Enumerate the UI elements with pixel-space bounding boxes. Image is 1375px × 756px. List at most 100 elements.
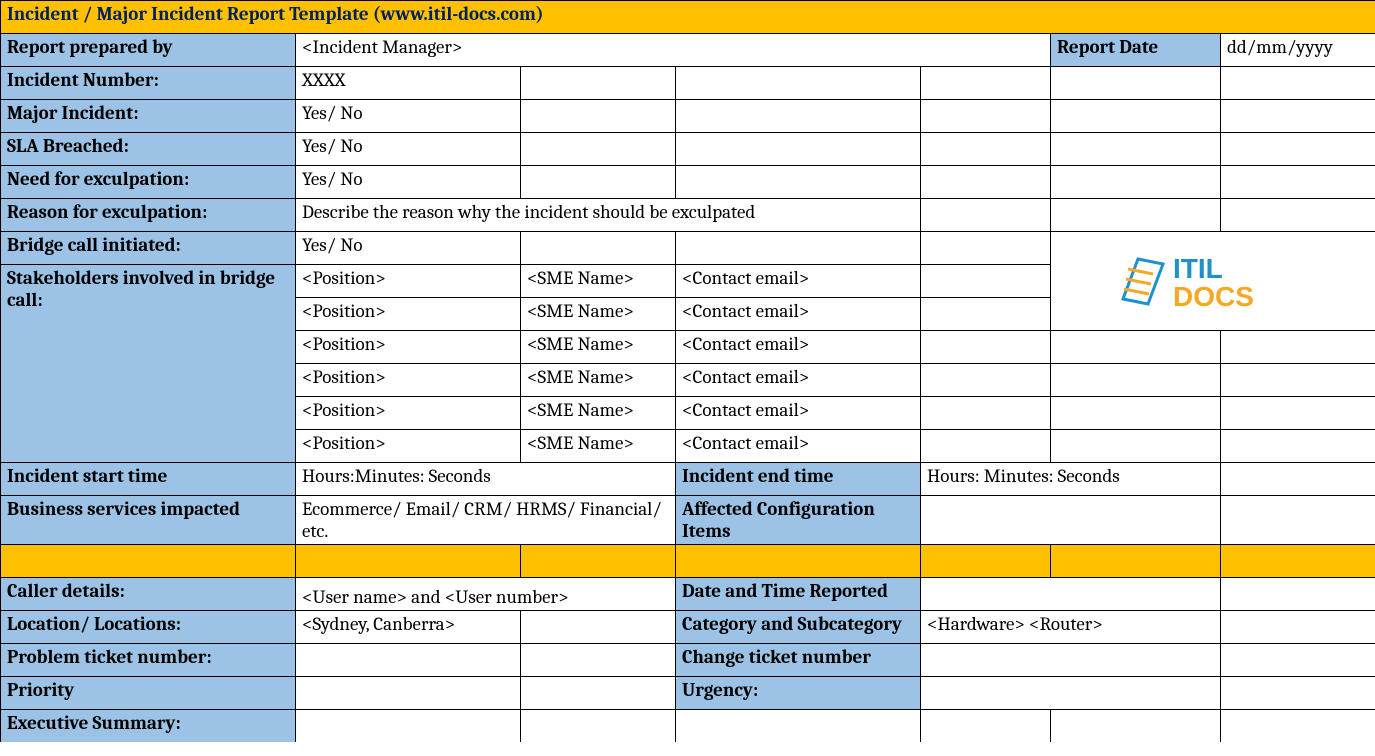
value-sla-breached[interactable]: Yes/ No	[296, 133, 521, 166]
value-incident-end[interactable]: Hours: Minutes: Seconds	[921, 463, 1221, 496]
stakeholder-email[interactable]: <Contact email>	[676, 430, 921, 463]
stakeholder-sme[interactable]: <SME Name>	[521, 364, 676, 397]
stakeholder-email[interactable]: <Contact email>	[676, 397, 921, 430]
empty-cell[interactable]	[1051, 397, 1221, 430]
value-reason-exculpation[interactable]: Describe the reason why the incident sho…	[296, 199, 921, 232]
empty-cell[interactable]	[521, 644, 676, 677]
empty-cell[interactable]	[521, 133, 676, 166]
value-date-time-reported[interactable]	[921, 578, 1221, 611]
empty-cell[interactable]	[1221, 644, 1375, 677]
empty-cell[interactable]	[921, 133, 1051, 166]
empty-cell[interactable]	[1221, 463, 1375, 496]
empty-cell[interactable]	[1221, 611, 1375, 644]
empty-cell[interactable]	[1221, 199, 1375, 232]
empty-cell[interactable]	[676, 100, 921, 133]
label-biz-services: Business services impacted	[1, 496, 296, 545]
value-biz-services[interactable]: Ecommerce/ Email/ CRM/ HRMS/ Financial/ …	[296, 496, 676, 545]
stakeholder-position[interactable]: <Position>	[296, 331, 521, 364]
value-priority[interactable]	[296, 677, 521, 710]
empty-cell[interactable]	[1221, 166, 1375, 199]
empty-cell[interactable]	[1051, 100, 1221, 133]
empty-cell[interactable]	[1221, 710, 1375, 743]
label-priority: Priority	[1, 677, 296, 710]
empty-cell[interactable]	[1221, 397, 1375, 430]
empty-cell[interactable]	[676, 67, 921, 100]
empty-cell[interactable]	[521, 67, 676, 100]
empty-cell[interactable]	[921, 100, 1051, 133]
empty-cell[interactable]	[1221, 430, 1375, 463]
empty-cell[interactable]	[1221, 331, 1375, 364]
empty-cell[interactable]	[921, 397, 1051, 430]
stakeholder-email[interactable]: <Contact email>	[676, 298, 921, 331]
empty-cell[interactable]	[1051, 331, 1221, 364]
value-prepared-by[interactable]: <Incident Manager>	[296, 34, 1051, 67]
empty-cell[interactable]	[921, 430, 1051, 463]
stakeholder-email[interactable]: <Contact email>	[676, 265, 921, 298]
empty-cell[interactable]	[1221, 364, 1375, 397]
stakeholder-sme[interactable]: <SME Name>	[521, 265, 676, 298]
empty-cell[interactable]	[521, 677, 676, 710]
empty-cell[interactable]	[1221, 100, 1375, 133]
empty-cell[interactable]	[1221, 677, 1375, 710]
stakeholder-sme[interactable]: <SME Name>	[521, 430, 676, 463]
empty-cell[interactable]	[921, 710, 1051, 743]
empty-cell[interactable]	[676, 710, 921, 743]
empty-cell[interactable]	[1221, 496, 1375, 545]
empty-cell[interactable]	[1221, 578, 1375, 611]
value-major-incident[interactable]: Yes/ No	[296, 100, 521, 133]
value-incident-number[interactable]: XXXX	[296, 67, 521, 100]
empty-cell[interactable]	[676, 133, 921, 166]
separator	[296, 545, 521, 578]
empty-cell[interactable]	[521, 166, 676, 199]
label-caller-details: Caller details:	[1, 578, 296, 611]
empty-cell[interactable]	[521, 710, 676, 743]
empty-cell[interactable]	[921, 298, 1051, 331]
empty-cell[interactable]	[1051, 199, 1221, 232]
value-report-date[interactable]: dd/mm/yyyy	[1221, 34, 1375, 67]
stakeholder-position[interactable]: <Position>	[296, 364, 521, 397]
empty-cell[interactable]	[921, 67, 1051, 100]
empty-cell[interactable]	[521, 232, 676, 265]
empty-cell[interactable]	[1051, 133, 1221, 166]
label-change-ticket: Change ticket number	[676, 644, 921, 677]
empty-cell[interactable]	[921, 166, 1051, 199]
empty-cell[interactable]	[921, 364, 1051, 397]
empty-cell[interactable]	[1051, 710, 1221, 743]
empty-cell[interactable]	[1051, 166, 1221, 199]
label-incident-number: Incident Number:	[1, 67, 296, 100]
empty-cell[interactable]	[521, 611, 676, 644]
empty-cell[interactable]	[1221, 133, 1375, 166]
value-category-subcat[interactable]: <Hardware> <Router>	[921, 611, 1221, 644]
empty-cell[interactable]	[676, 166, 921, 199]
stakeholder-sme[interactable]: <SME Name>	[521, 397, 676, 430]
stakeholder-email[interactable]: <Contact email>	[676, 331, 921, 364]
stakeholder-sme[interactable]: <SME Name>	[521, 331, 676, 364]
value-location[interactable]: <Sydney, Canberra>	[296, 611, 521, 644]
stakeholder-position[interactable]: <Position>	[296, 265, 521, 298]
empty-cell[interactable]	[921, 265, 1051, 298]
empty-cell[interactable]	[921, 232, 1051, 265]
stakeholder-position[interactable]: <Position>	[296, 397, 521, 430]
value-need-exculpation[interactable]: Yes/ No	[296, 166, 521, 199]
value-affected-ci[interactable]	[921, 496, 1221, 545]
value-exec-summary[interactable]	[296, 710, 521, 743]
empty-cell[interactable]	[1051, 430, 1221, 463]
value-problem-ticket[interactable]	[296, 644, 521, 677]
empty-cell[interactable]	[1051, 67, 1221, 100]
stakeholder-email[interactable]: <Contact email>	[676, 364, 921, 397]
value-change-ticket[interactable]	[921, 644, 1221, 677]
empty-cell[interactable]	[921, 331, 1051, 364]
empty-cell[interactable]	[521, 100, 676, 133]
svg-text:DOCS: DOCS	[1173, 281, 1254, 312]
value-urgency[interactable]	[921, 677, 1221, 710]
stakeholder-sme[interactable]: <SME Name>	[521, 298, 676, 331]
value-bridge-call[interactable]: Yes/ No	[296, 232, 521, 265]
value-incident-start[interactable]: Hours:Minutes: Seconds	[296, 463, 676, 496]
empty-cell[interactable]	[1051, 364, 1221, 397]
empty-cell[interactable]	[1221, 67, 1375, 100]
stakeholder-position[interactable]: <Position>	[296, 430, 521, 463]
value-caller-details[interactable]: <User name> and <User number>	[296, 578, 676, 611]
empty-cell[interactable]	[676, 232, 921, 265]
stakeholder-position[interactable]: <Position>	[296, 298, 521, 331]
empty-cell[interactable]	[921, 199, 1051, 232]
